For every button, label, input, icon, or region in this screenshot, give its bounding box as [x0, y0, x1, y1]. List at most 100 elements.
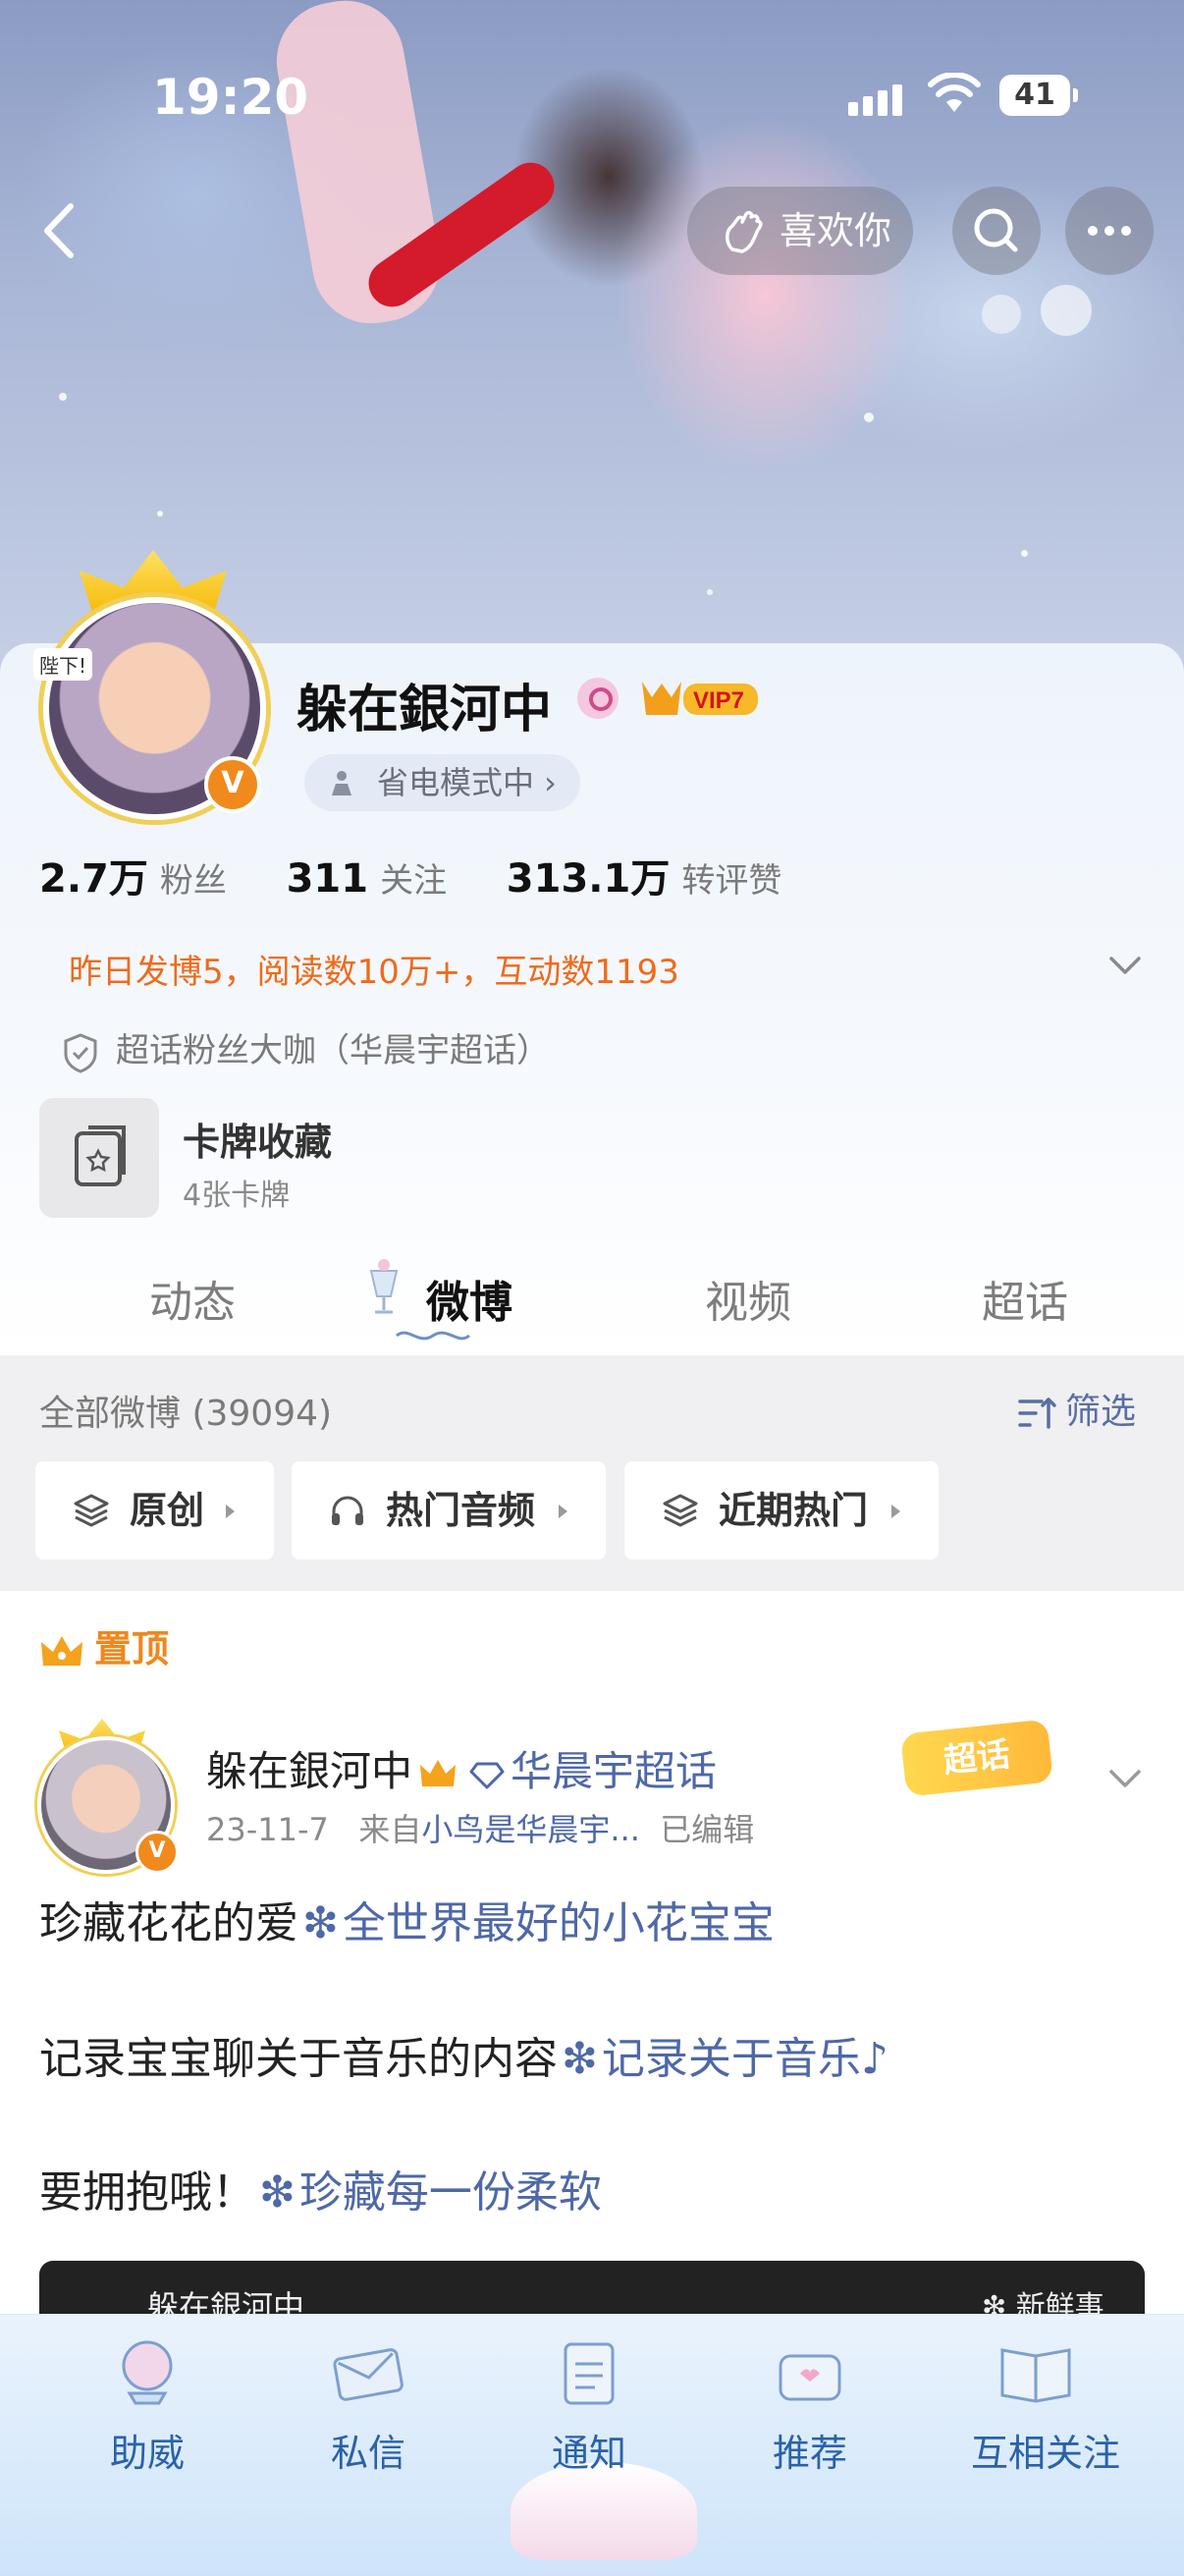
chip-original-label: 原创 — [130, 1489, 205, 1532]
topic-star-icon: ❇ — [302, 1898, 339, 1948]
like-you-label: 喜欢你 — [780, 209, 892, 252]
profile-name: 躲在銀河中 — [296, 681, 553, 740]
post-text-line: 记录宝宝聊关于音乐的内容❇记录关于音乐♪ — [39, 2034, 888, 2084]
crystal-ball-icon — [122, 2340, 173, 2405]
post-author-name: 躲在銀河中 — [206, 1747, 413, 1795]
power-saving-label: 省电模式中 › — [377, 764, 557, 801]
superfan-label: 超话粉丝大咖（华晨宇超话） — [116, 1031, 550, 1070]
cup-decoration-icon — [369, 1259, 399, 1314]
verified-badge-icon: V — [135, 1831, 179, 1874]
filter-sort-icon — [1018, 1398, 1056, 1429]
superfan-title[interactable]: 超话粉丝大咖（华晨宇超话） — [61, 1023, 550, 1073]
verified-badge-icon: V — [204, 756, 261, 813]
post-topic-link[interactable]: 记录关于音乐♪ — [602, 2034, 888, 2084]
nav-recommend-label: 推荐 — [772, 2432, 847, 2475]
chip-hot-audio[interactable]: 热门音频 — [292, 1461, 606, 1560]
chevron-down-icon[interactable] — [1105, 945, 1145, 984]
vip-label: VIP7 — [693, 687, 744, 714]
more-dots-icon — [1088, 226, 1131, 236]
card-collection-title: 卡牌收藏 — [183, 1121, 333, 1164]
all-weibo-count: 全部微博 (39094) — [39, 1394, 333, 1434]
pinned-label: 置顶 — [39, 1618, 169, 1672]
post-super-topic-link[interactable]: 华晨宇超话 — [511, 1747, 717, 1795]
hand-wave-icon — [726, 210, 763, 253]
chip-caret-icon — [226, 1505, 235, 1518]
diamond-icon — [469, 1762, 505, 1788]
card-collection-subtitle: 4张卡牌 — [183, 1178, 291, 1213]
nav-notifications[interactable]: 通知 — [511, 2325, 668, 2521]
person-icon — [332, 771, 351, 795]
tab-weibo[interactable]: 微博 — [426, 1267, 512, 1330]
chip-recent-hot[interactable]: 近期热门 — [624, 1461, 939, 1560]
yesterday-summary: 昨日发博5，阅读数10万+，互动数1193 — [69, 953, 679, 992]
topic-star-icon: ❇ — [562, 2034, 598, 2084]
stat-interactions[interactable]: 313.1万 转评赞 — [507, 847, 782, 904]
headphones-icon — [332, 1496, 363, 1525]
chip-recent-hot-label: 近期热门 — [719, 1489, 869, 1532]
nav-cheer-label: 助威 — [109, 2432, 185, 2475]
chip-caret-icon — [891, 1505, 900, 1518]
super-topic-badge: 超话 — [900, 1719, 1053, 1797]
wifi-icon — [928, 73, 981, 112]
active-tab-ribbon-icon — [396, 1331, 470, 1341]
post-topic-link[interactable]: 全世界最好的小花宝宝 — [343, 1898, 775, 1948]
status-bar: 19:20 41 — [0, 59, 1184, 137]
gender-female-icon — [577, 678, 619, 719]
status-time: 19:20 — [152, 69, 309, 126]
topic-star-icon: ❇ — [259, 2167, 296, 2218]
cellular-signal-icon — [848, 84, 907, 116]
post-author-avatar[interactable]: V — [37, 1719, 179, 1874]
chip-original[interactable]: 原创 — [35, 1461, 274, 1560]
chip-caret-icon — [559, 1505, 567, 1518]
vip-badge[interactable]: VIP7 — [636, 676, 764, 721]
filter-label: 筛选 — [1065, 1392, 1137, 1432]
filter-button[interactable]: 筛选 — [1016, 1383, 1136, 1434]
profile-tabs: 动态 微博 视频 超话 — [0, 1218, 1184, 1355]
tab-super-topic[interactable]: 超话 — [982, 1267, 1068, 1330]
stat-followers[interactable]: 2.7万 粉丝 — [39, 847, 227, 904]
power-saving-status[interactable]: 省电模式中 › — [304, 754, 580, 811]
post-source-link[interactable]: 小鸟是华晨宇... — [421, 1811, 640, 1848]
post-edited-label: 已编辑 — [660, 1811, 755, 1848]
nav-notifications-label: 通知 — [551, 2432, 626, 2475]
profile-stats: 2.7万 粉丝 311 关注 313.1万 转评赞 — [39, 847, 829, 904]
crown-icon — [420, 1759, 457, 1786]
gift-box-icon — [779, 2354, 841, 2401]
profile-avatar[interactable]: 陛下! V — [33, 550, 271, 820]
search-icon — [974, 208, 1018, 252]
tab-videos[interactable]: 视频 — [705, 1267, 791, 1330]
nav-cheer[interactable]: 助威 — [69, 2325, 226, 2521]
envelope-icon — [333, 2348, 404, 2401]
open-book-icon — [1000, 2348, 1071, 2403]
chip-hot-audio-label: 热门音频 — [386, 1489, 536, 1532]
more-options-button[interactable] — [1065, 187, 1154, 275]
nav-mutual-follow-label: 互相关注 — [970, 2432, 1120, 2475]
shield-check-icon — [64, 1032, 97, 1073]
post-text-line: 要拥抱哦！❇珍藏每一份柔软 — [39, 2167, 602, 2218]
layers-icon — [663, 1494, 698, 1527]
post-date: 23-11-7 — [206, 1811, 329, 1848]
nav-messages-label: 私信 — [330, 2432, 405, 2475]
like-you-button[interactable]: 喜欢你 — [687, 187, 913, 275]
crown-icon — [41, 1635, 82, 1666]
nav-messages[interactable]: 私信 — [290, 2325, 447, 2521]
weibo-filter-bar: 全部微博 (39094) 筛选 原创 热门音频 近期热门 — [0, 1355, 1184, 1591]
card-collection-icon — [39, 1098, 159, 1218]
back-chevron-icon[interactable] — [29, 196, 88, 265]
post-meta: 23-11-7 来自小鸟是华晨宇... 已编辑 — [206, 1805, 754, 1850]
layers-icon — [74, 1494, 109, 1527]
nav-recommend[interactable]: 推荐 — [731, 2325, 888, 2521]
post-source-prefix: 来自 — [358, 1811, 422, 1848]
bottom-nav-bar: 助威 私信 通知 推荐 互相关注 — [0, 2314, 1184, 2576]
search-button[interactable] — [952, 187, 1041, 275]
post-topic-link[interactable]: 珍藏每一份柔软 — [299, 2167, 602, 2218]
tab-activity[interactable]: 动态 — [149, 1267, 236, 1330]
clipboard-icon — [564, 2342, 615, 2405]
nav-mutual-follow[interactable]: 互相关注 — [957, 2325, 1134, 2521]
battery-icon: 41 — [999, 75, 1078, 116]
stat-following[interactable]: 311 关注 — [287, 853, 448, 902]
chevron-down-icon[interactable] — [1105, 1758, 1145, 1797]
post-author-line[interactable]: 躲在銀河中 华晨宇超话 — [206, 1738, 717, 1798]
post-text-line: 珍藏花花的爱❇全世界最好的小花宝宝 — [39, 1898, 775, 1948]
avatar-tag: 陛下! — [33, 648, 93, 681]
